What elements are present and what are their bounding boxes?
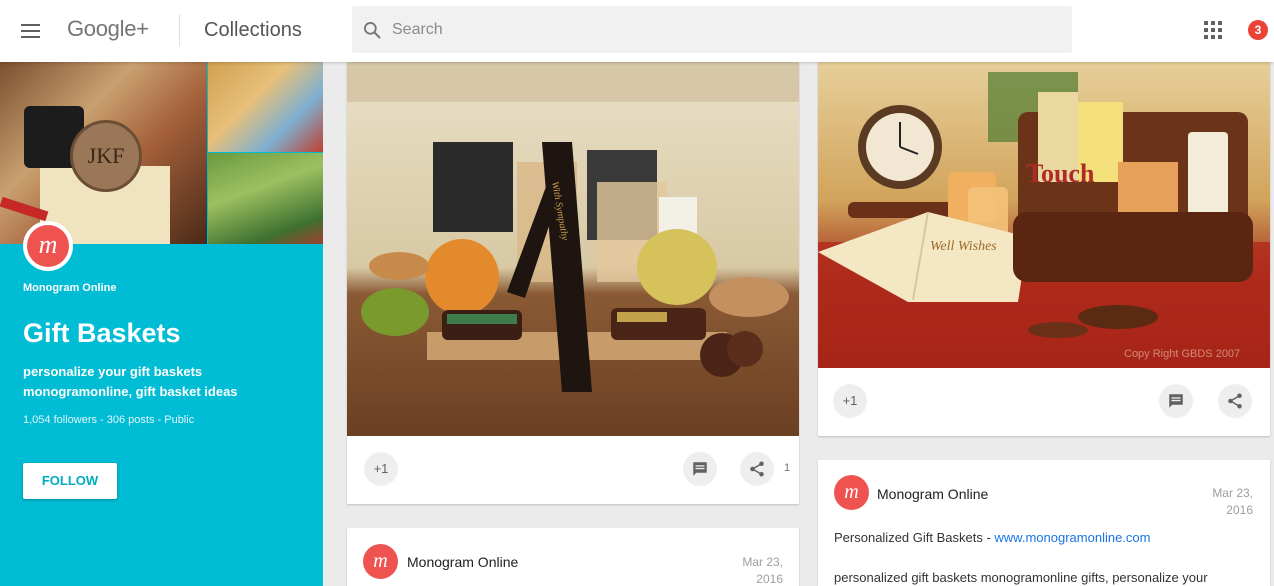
post-date-line1: Mar 23, xyxy=(742,555,783,569)
share-button[interactable] xyxy=(740,452,774,486)
post-date[interactable]: Mar 23, 2016 xyxy=(1203,485,1253,519)
collection-description: personalize your gift baskets monogramon… xyxy=(23,364,238,399)
post-body-line1: Personalized Gift Baskets - www.monogram… xyxy=(834,530,1150,545)
collection-stats: 1,054 followers - 306 posts - Public xyxy=(23,414,195,426)
post-card: With Sympathy +1 1 xyxy=(347,62,799,504)
tin-text: Touch xyxy=(1026,159,1095,188)
book-text: Well Wishes xyxy=(930,239,997,254)
comment-button[interactable] xyxy=(1159,384,1193,418)
search-icon xyxy=(364,22,381,39)
share-count: 1 xyxy=(784,462,791,474)
collection-panel: JKF m Monogram Online Gift Baskets perso… xyxy=(0,62,323,586)
menu-icon[interactable] xyxy=(21,22,40,40)
comment-icon xyxy=(1169,394,1183,408)
post-actions: +1 xyxy=(818,368,1270,436)
collection-avatar[interactable]: m xyxy=(23,221,73,271)
post-photo[interactable]: With Sympathy xyxy=(347,62,799,436)
post-date-line2: 2016 xyxy=(756,572,783,586)
cover-photo-main: JKF xyxy=(0,62,207,244)
plus-one-button[interactable]: +1 xyxy=(364,452,398,486)
post-body-line2: personalized gift baskets monogramonline… xyxy=(834,570,1208,585)
top-bar: Google+ Collections 3 xyxy=(0,0,1274,62)
post-photo[interactable]: Well Wishes Touch Copy Right GBDS 2007 xyxy=(818,62,1270,368)
author-avatar[interactable]: m xyxy=(363,544,398,579)
collection-owner[interactable]: Monogram Online xyxy=(23,282,117,294)
post-card: m Monogram Online Mar 23, 2016 Personali… xyxy=(818,460,1270,586)
google-plus-logo[interactable]: Google+ xyxy=(67,16,149,42)
post-author[interactable]: Monogram Online xyxy=(877,486,988,502)
cover-photo-top-right xyxy=(208,62,323,152)
post-date-line1: Mar 23, xyxy=(1212,486,1253,500)
post-text-prefix: Personalized Gift Baskets - xyxy=(834,530,995,545)
post-link[interactable]: www.monogramonline.com xyxy=(994,530,1150,545)
search-bar[interactable] xyxy=(352,6,1072,53)
collection-cover: JKF xyxy=(0,62,323,244)
header-divider xyxy=(179,14,180,46)
follow-button[interactable]: FOLLOW xyxy=(23,463,117,499)
share-icon xyxy=(1228,393,1242,409)
post-card: Well Wishes Touch Copy Right GBDS 2007 +… xyxy=(818,62,1270,436)
notification-badge[interactable]: 3 xyxy=(1248,20,1268,40)
comment-button[interactable] xyxy=(683,452,717,486)
apps-icon[interactable] xyxy=(1204,21,1222,39)
post-author[interactable]: Monogram Online xyxy=(407,554,518,570)
comment-icon xyxy=(693,462,707,476)
share-button[interactable] xyxy=(1218,384,1252,418)
collection-title: Gift Baskets xyxy=(23,318,181,348)
post-date[interactable]: Mar 23, 2016 xyxy=(733,554,783,586)
post-actions: +1 1 xyxy=(347,436,799,504)
cover-monogram-coaster: JKF xyxy=(70,120,142,192)
share-icon xyxy=(750,461,764,477)
avatar-monogram: m xyxy=(27,225,69,267)
photo-copyright: Copy Right GBDS 2007 xyxy=(1124,348,1240,360)
author-avatar[interactable]: m xyxy=(834,475,869,510)
cover-photo-bottom-right xyxy=(208,153,323,244)
post-card: m Monogram Online Mar 23, 2016 xyxy=(347,528,799,586)
page-title: Collections xyxy=(204,19,302,41)
search-input[interactable] xyxy=(392,18,1052,42)
plus-one-button[interactable]: +1 xyxy=(833,384,867,418)
post-date-line2: 2016 xyxy=(1226,503,1253,517)
